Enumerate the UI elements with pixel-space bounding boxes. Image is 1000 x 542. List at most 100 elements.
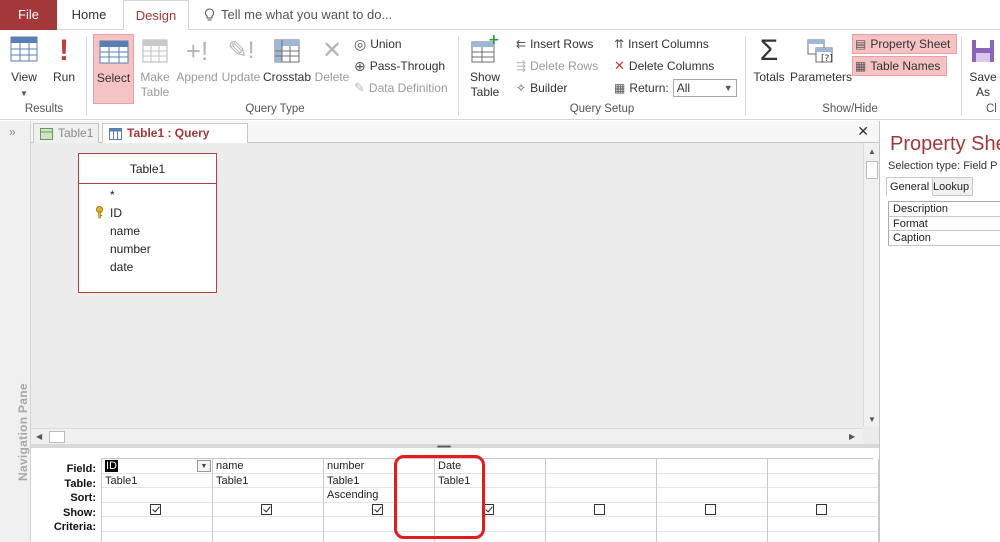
grid-column[interactable] [768,459,879,542]
grid-cell-criteria[interactable] [213,517,323,532]
crosstab-button[interactable]: Crosstab [263,34,311,104]
grid-cell-table[interactable] [657,474,767,489]
make-table-icon [136,34,174,68]
show-checkbox[interactable] [594,503,605,515]
field-list-item[interactable]: number [79,240,216,258]
return-select[interactable]: All ▼ [672,79,737,97]
grid-cell-field[interactable] [657,459,767,474]
grid-cell-field[interactable] [546,459,656,474]
doc-tab-query-builder[interactable]: Table1 : Query Builder [102,123,248,158]
sigma-icon: Σ [759,34,779,67]
navigation-pane[interactable]: » Navigation Pane [0,121,31,542]
grid-cell-table[interactable] [546,474,656,489]
show-checkbox[interactable] [372,503,383,515]
query-design-surface[interactable]: Table1 * ID name number date ▲ ▼ ◀ ▶ •••… [31,143,879,451]
show-table-label-2: Table [470,85,500,99]
grid-cell-criteria[interactable] [657,517,767,532]
group-separator [458,36,459,116]
insert-rows-button[interactable]: ⇇ Insert Rows [516,34,593,54]
grid-column[interactable]: ID ▼ Table1 [102,459,213,542]
append-button[interactable]: +! Append [176,34,218,104]
grid-column[interactable] [657,459,768,542]
builder-button[interactable]: ✧ Builder [516,78,567,98]
insert-columns-button[interactable]: ⇈ Insert Columns [614,34,709,54]
scroll-up-arrow-icon[interactable]: ▲ [868,147,876,156]
grid-cell-field[interactable]: ID ▼ [102,459,212,474]
delete-query-button[interactable]: ✕ Delete [313,34,351,104]
tell-me-search[interactable]: Tell me what you want to do... [204,0,392,30]
ribbon: View ▼ ! Run Results Select Make Table +… [0,30,1000,120]
delete-columns-button[interactable]: ✕ Delete Columns [614,56,714,76]
field-list-item[interactable]: name [79,222,216,240]
field-list-item[interactable]: date [79,258,216,276]
view-button[interactable]: View ▼ [6,34,42,104]
scroll-right-arrow-icon[interactable]: ▶ [849,432,855,441]
grid-cell-sort[interactable] [546,488,656,503]
property-row-description[interactable]: Description [888,202,1000,217]
close-icon[interactable]: ✕ [857,123,869,140]
grid-cell-criteria[interactable] [546,517,656,532]
tab-design[interactable]: Design [123,0,189,31]
run-button[interactable]: ! Run [48,34,80,104]
field-list-item[interactable]: ID [79,204,216,222]
union-button[interactable]: ◎ Union [354,34,402,54]
property-row-format[interactable]: Format [888,216,1000,231]
grid-cell-field[interactable]: name [213,459,323,474]
show-checkbox[interactable] [816,503,827,515]
field-list-item[interactable]: * [79,186,216,204]
scroll-thumb[interactable] [866,161,878,179]
grid-cell-sort[interactable] [213,488,323,503]
grid-cell-table[interactable] [768,474,878,489]
grid-cell-sort[interactable] [102,488,212,503]
grid-cell-show [768,503,878,518]
grid-column[interactable]: name Table1 [213,459,324,542]
selection-type: Selection type: Field P [888,160,998,172]
doc-tab-table1[interactable]: Table1 [33,123,99,143]
scroll-left-arrow-icon[interactable]: ◀ [36,432,42,441]
table-names-button[interactable]: ▦ Table Names [852,56,948,76]
grid-column[interactable] [546,459,657,542]
field-value: ID [105,460,118,472]
delete-rows-button[interactable]: ⇶ Delete Rows [516,56,598,76]
ribbon-tab-bar: File Home Design Tell me what you want t… [0,0,1000,31]
field-list-title[interactable]: Table1 [79,154,216,184]
totals-button[interactable]: Σ Totals [751,34,787,104]
tab-general[interactable]: General [886,177,934,196]
vertical-scrollbar[interactable]: ▲ ▼ [863,143,879,427]
expand-chevron-icon[interactable]: » [9,125,16,139]
update-button[interactable]: ✎! Update [220,34,262,104]
property-sheet-button[interactable]: ▤ Property Sheet [852,34,958,54]
grid-columns: ID ▼ Table1 name Table1 number Table1 Ascending… [101,455,879,542]
property-sheet-icon: ▤ [855,37,867,51]
grid-cell-table[interactable]: Table1 [213,474,323,489]
chevron-down-icon[interactable]: ▼ [197,460,211,472]
tab-file[interactable]: File [0,0,57,30]
property-row-caption[interactable]: Caption [888,231,1000,246]
field-list-table1[interactable]: Table1 * ID name number date [78,153,217,293]
tab-lookup[interactable]: Lookup [930,177,974,196]
show-table-button[interactable]: + Show Table [464,32,506,104]
view-label: View [11,70,37,84]
tab-home[interactable]: Home [57,0,121,30]
scroll-thumb[interactable] [49,431,65,443]
grid-cell-table[interactable]: Table1 [102,474,212,489]
scroll-down-arrow-icon[interactable]: ▼ [868,415,876,424]
show-checkbox[interactable] [705,503,716,515]
grid-cell-sort[interactable] [768,488,878,503]
pass-through-button[interactable]: ⊕ Pass-Through [354,56,445,76]
parameters-button[interactable]: [?] Parameters [790,34,853,104]
save-as-button[interactable]: Save As [966,34,1000,104]
show-checkbox[interactable] [150,503,161,515]
data-definition-button[interactable]: ✎ Data Definition [354,78,448,98]
grid-cell-criteria[interactable] [768,517,878,532]
show-checkbox[interactable] [261,503,272,515]
grid-cell-sort[interactable] [657,488,767,503]
grid-cell-field[interactable] [768,459,878,474]
horizontal-scrollbar[interactable]: ◀ ▶ [31,428,863,444]
select-query-button[interactable]: Select [93,34,134,104]
group-separator [961,36,962,116]
parameters-label: Parameters [790,70,853,84]
grid-cell-criteria[interactable] [102,517,212,532]
make-table-button[interactable]: Make Table [136,34,174,104]
svg-text:[?]: [?] [821,54,833,64]
